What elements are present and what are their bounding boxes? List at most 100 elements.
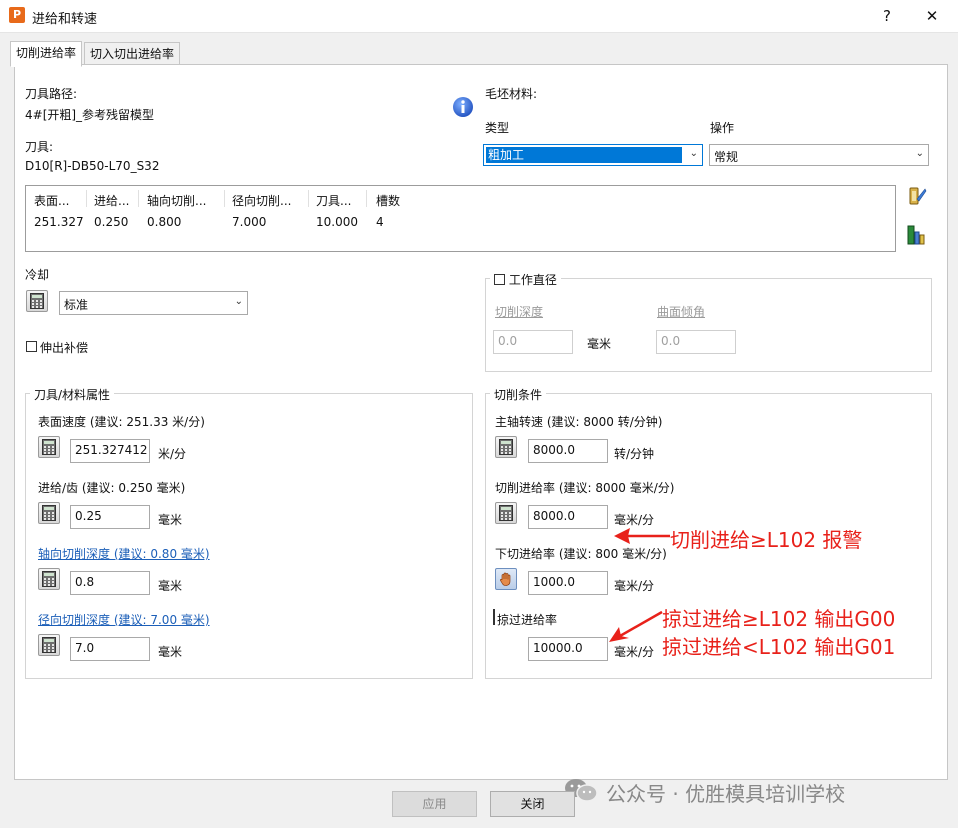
- cut-depth-input[interactable]: 0.0: [493, 330, 573, 354]
- surface-speed-unit: 米/分: [158, 447, 187, 461]
- operation-value: 常规: [714, 150, 739, 164]
- app-icon: P: [9, 7, 25, 23]
- tool-props-title: 刀具/材料属性: [30, 386, 115, 403]
- operation-label: 操作: [710, 121, 735, 135]
- table-header[interactable]: 径向切削...: [232, 192, 291, 209]
- plunge-feed-unit: 毫米/分: [614, 579, 655, 593]
- annotation-arrow-icon: [614, 528, 670, 544]
- stock-type-label: 类型: [485, 121, 510, 135]
- window-title: 进给和转速: [32, 12, 98, 27]
- apply-button[interactable]: 应用: [392, 791, 477, 817]
- cut-feed-input[interactable]: 8000.0: [528, 505, 608, 529]
- axial-depth-calculator-button[interactable]: [38, 568, 60, 590]
- table-cell: 7.000: [232, 215, 267, 229]
- column-divider: [308, 190, 309, 207]
- table-header[interactable]: 刀具...: [316, 192, 351, 209]
- overhang-checkbox[interactable]: [26, 341, 37, 352]
- toolpath-label: 刀具路径:: [25, 87, 78, 101]
- tab-cutting-feed[interactable]: 切削进给率: [10, 41, 83, 67]
- feed-per-tooth-calculator-button[interactable]: [38, 502, 60, 524]
- calculator-icon: [42, 439, 56, 455]
- surface-speed-calculator-button[interactable]: [38, 436, 60, 458]
- skim-feed-unit: 毫米/分: [614, 645, 655, 659]
- overhang-label: 伸出补偿: [40, 341, 89, 355]
- table-header[interactable]: 表面...: [34, 192, 69, 209]
- tab-lead-feed[interactable]: 切入切出进给率: [84, 42, 181, 66]
- table-header[interactable]: 进给...: [94, 192, 129, 209]
- stock-type-value: 粗加工: [486, 147, 682, 163]
- title-bar: [0, 0, 958, 33]
- annotation-arrow-icon: [609, 610, 663, 642]
- spindle-speed-unit: 转/分钟: [614, 447, 655, 461]
- info-icon[interactable]: [452, 96, 474, 118]
- tool-label: 刀具:: [25, 140, 54, 154]
- spindle-speed-label: 主轴转速 (建议: 8000 转/分钟): [495, 415, 663, 429]
- coolant-calculator-button[interactable]: [26, 290, 48, 312]
- axial-depth-input[interactable]: 0.8: [70, 571, 150, 595]
- spindle-calculator-button[interactable]: [495, 436, 517, 458]
- chevron-down-icon: ⌄: [689, 148, 698, 159]
- surface-speed-label: 表面速度 (建议: 251.33 米/分): [38, 415, 205, 429]
- watermark-text: 公众号 · 优胜模具培训学校: [606, 782, 846, 806]
- skim-feed-input[interactable]: 10000.0: [528, 637, 608, 661]
- stock-type-select[interactable]: 粗加工 ⌄: [483, 144, 703, 166]
- axial-depth-label[interactable]: 轴向切削深度 (建议: 0.80 毫米): [38, 545, 210, 562]
- radial-depth-calculator-button[interactable]: [38, 634, 60, 656]
- radial-depth-label[interactable]: 径向切削深度 (建议: 7.00 毫米): [38, 611, 210, 628]
- coolant-select[interactable]: 标准 ⌄: [59, 291, 248, 315]
- tool-data-table: 表面... 进给... 轴向切削... 径向切削... 刀具... 槽数 251…: [25, 185, 896, 252]
- text-cursor: [493, 609, 495, 625]
- close-window-button[interactable]: ✕: [917, 4, 947, 28]
- plunge-feed-input[interactable]: 1000.0: [528, 571, 608, 595]
- cut-feed-calculator-button[interactable]: [495, 502, 517, 524]
- work-diameter-checkbox[interactable]: [494, 274, 505, 285]
- column-divider: [366, 190, 367, 207]
- table-cell: 0.250: [94, 215, 129, 229]
- calculator-icon: [42, 571, 56, 587]
- table-cell: 4: [376, 215, 384, 229]
- coolant-value: 标准: [64, 298, 89, 312]
- calculator-icon: [30, 293, 44, 309]
- work-diameter-group: [485, 278, 932, 372]
- help-button[interactable]: ?: [872, 4, 902, 28]
- radial-depth-input[interactable]: 7.0: [70, 637, 150, 661]
- tool-value: D10[R]-DB50-L70_S32: [25, 159, 160, 173]
- coolant-label: 冷却: [25, 268, 50, 282]
- table-cell: 251.327: [34, 215, 84, 229]
- cut-feed-label: 切削进给率 (建议: 8000 毫米/分): [495, 481, 675, 495]
- work-diameter-label: 工作直径: [508, 273, 557, 287]
- cut-depth-unit: 毫米: [587, 337, 612, 351]
- axial-depth-unit: 毫米: [158, 579, 183, 593]
- toolpath-value: 4#[开粗]_参考残留模型: [25, 108, 155, 122]
- radial-depth-unit: 毫米: [158, 645, 183, 659]
- annotation-skim-g00: 掠过进给≥L102 输出G00: [662, 607, 896, 631]
- chevron-down-icon: ⌄: [234, 296, 243, 307]
- plunge-feed-lock-button[interactable]: [495, 568, 517, 590]
- table-header[interactable]: 槽数: [376, 192, 400, 209]
- annotation-skim-g01: 掠过进给<L102 输出G01: [662, 635, 896, 659]
- feed-per-tooth-label: 进给/齿 (建议: 0.250 毫米): [38, 481, 186, 495]
- spindle-speed-input[interactable]: 8000.0: [528, 439, 608, 463]
- cut-depth-label: 切削深度: [495, 305, 544, 319]
- hand-icon: [499, 572, 511, 586]
- surface-speed-input[interactable]: 251.327412: [70, 439, 150, 463]
- surface-angle-input[interactable]: 0.0: [656, 330, 736, 354]
- feed-per-tooth-input[interactable]: 0.25: [70, 505, 150, 529]
- column-divider: [138, 190, 139, 207]
- column-divider: [86, 190, 87, 207]
- chevron-down-icon: ⌄: [915, 148, 924, 159]
- table-cell: 0.800: [147, 215, 182, 229]
- operation-select[interactable]: 常规 ⌄: [709, 144, 929, 166]
- edit-tool-icon[interactable]: [905, 185, 927, 207]
- skim-feed-label: 掠过进给率: [497, 613, 558, 627]
- close-button[interactable]: 关闭: [490, 791, 575, 817]
- surface-angle-label: 曲面倾角: [657, 305, 706, 319]
- feed-per-tooth-unit: 毫米: [158, 513, 183, 527]
- column-divider: [224, 190, 225, 207]
- table-header[interactable]: 轴向切削...: [147, 192, 206, 209]
- tool-library-icon[interactable]: [905, 224, 927, 246]
- cut-conditions-title: 切削条件: [490, 386, 547, 403]
- work-diameter-title: 工作直径: [490, 271, 561, 288]
- calculator-icon: [499, 439, 513, 455]
- table-cell: 10.000: [316, 215, 358, 229]
